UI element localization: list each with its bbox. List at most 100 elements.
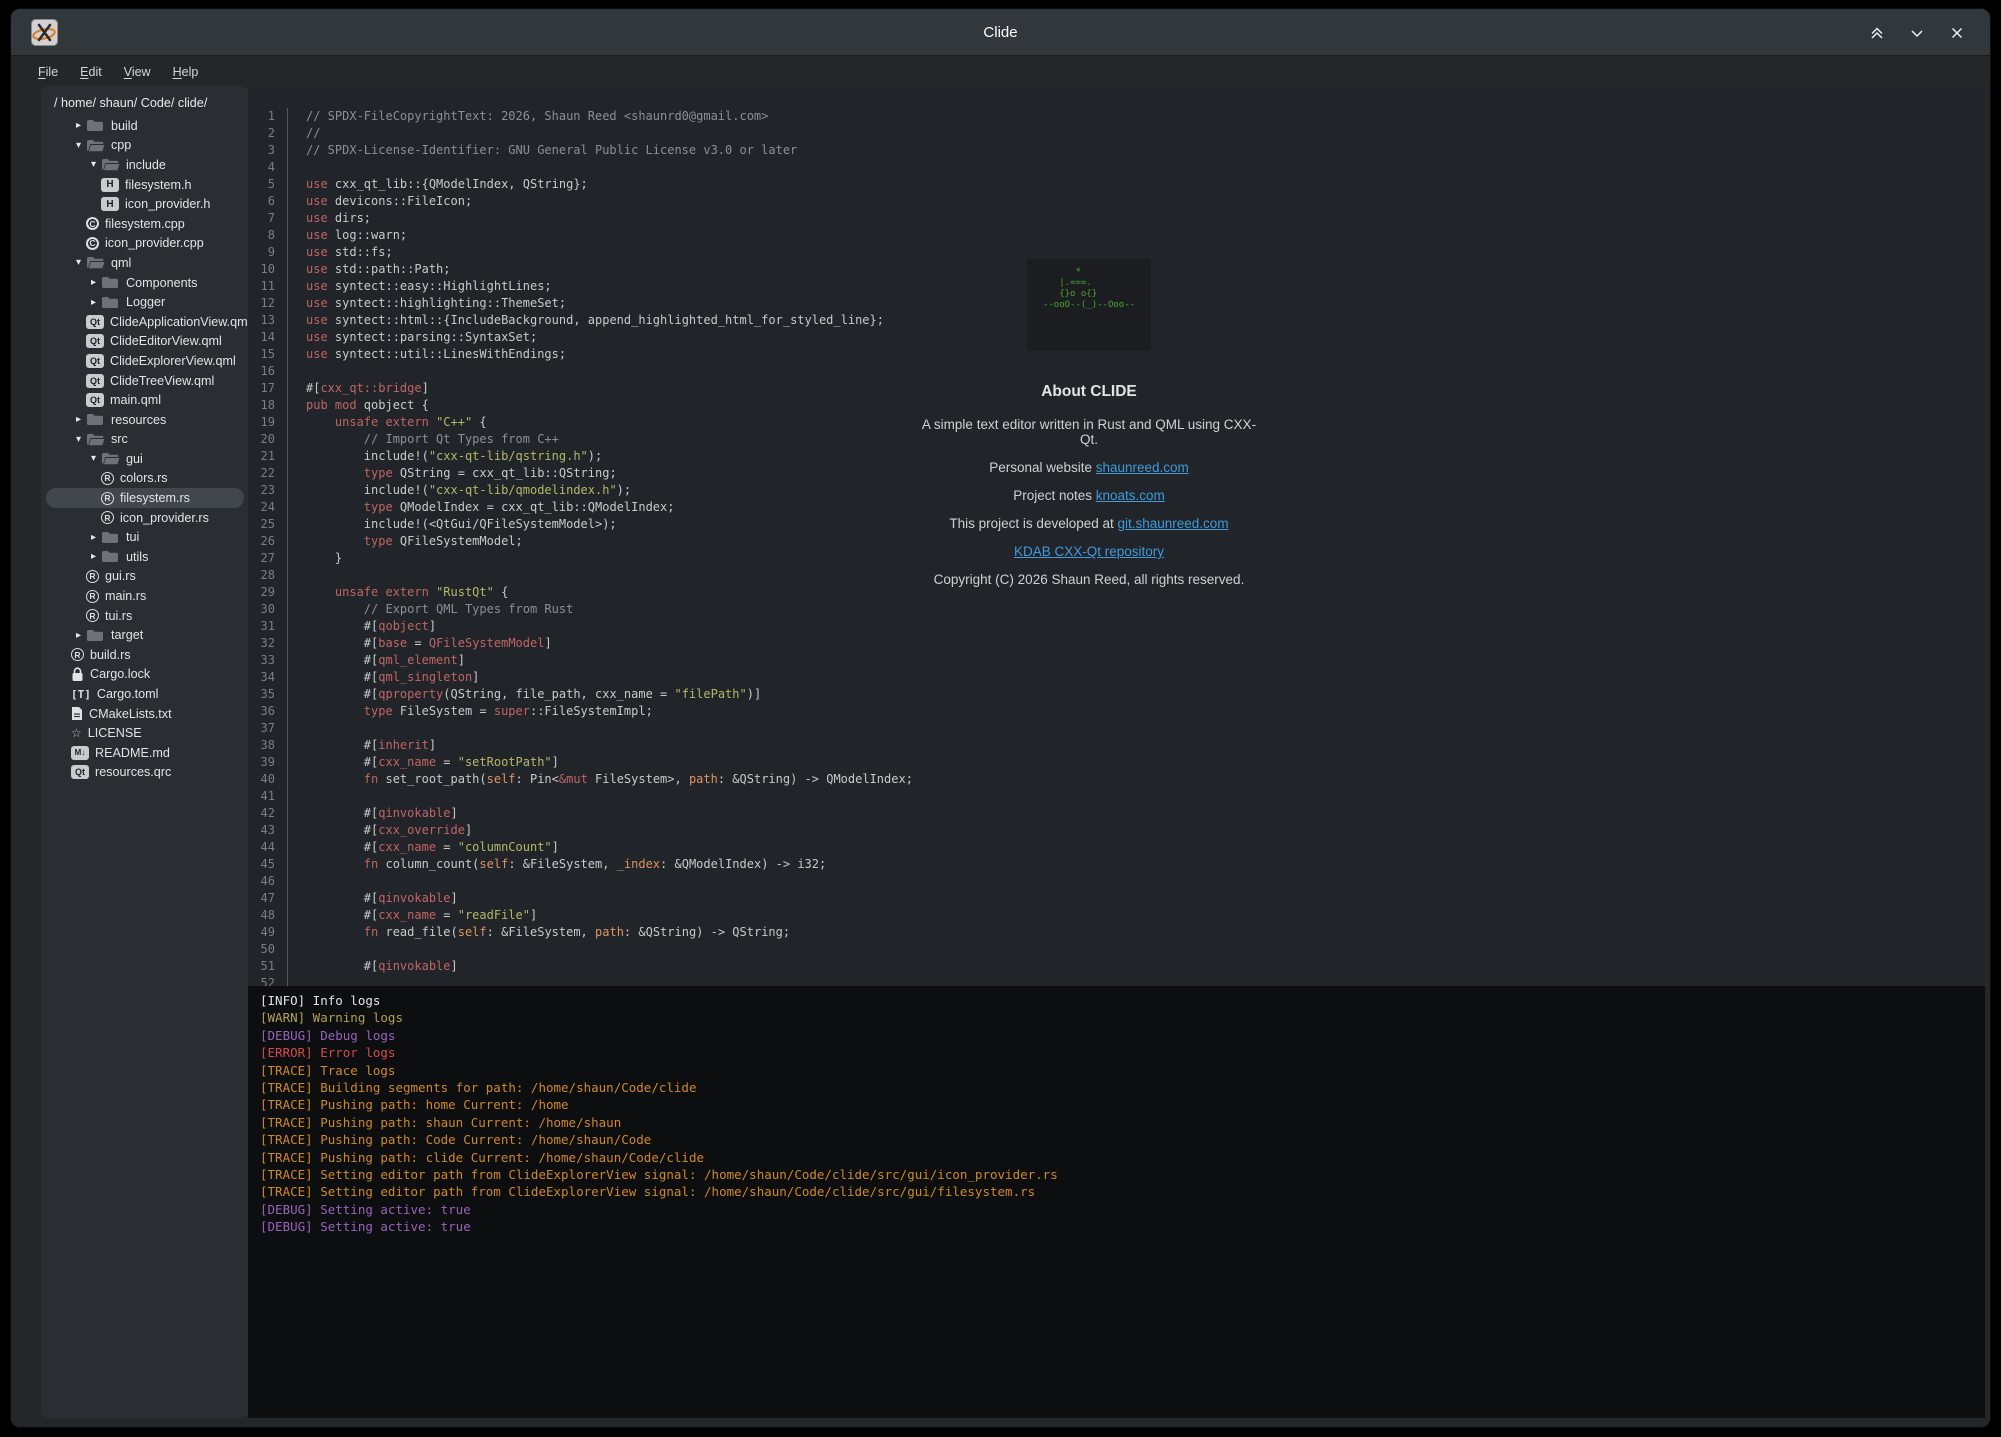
log-line: [TRACE] Pushing path: clide Current: /ho… [260, 1149, 1973, 1166]
line-number: 14 [248, 329, 288, 346]
line-number: 4 [248, 159, 288, 176]
tree-file-ClideTreeView.qml[interactable]: QtClideTreeView.qml [46, 371, 244, 391]
log-line: [TRACE] Setting editor path from ClideEx… [260, 1183, 1973, 1200]
tree-item-label: cpp [111, 138, 131, 152]
tree-root-path: / home/ shaun/ Code/ clide/ [41, 92, 248, 116]
tree-file-filesystem.rs[interactable]: Rfilesystem.rs [46, 488, 244, 508]
code-text: type QFileSystemModel; [288, 533, 523, 550]
chevron-right-icon[interactable]: ▸ [71, 120, 86, 131]
tree-item-label: LICENSE [88, 726, 142, 740]
chevron-right-icon[interactable]: ▸ [86, 532, 101, 543]
chevron-right-icon[interactable]: ▸ [86, 297, 101, 308]
tree-folder-utils[interactable]: ▸utils [46, 547, 244, 567]
tree-folder-resources[interactable]: ▸resources [46, 410, 244, 430]
chevron-down-icon[interactable]: ▾ [71, 140, 86, 151]
about-heading: About CLIDE [914, 383, 1264, 401]
tree-file-Cargo.toml[interactable]: [T]Cargo.toml [46, 684, 244, 704]
chevron-right-icon[interactable]: ▸ [86, 551, 101, 562]
code-line: 52 [248, 975, 1985, 986]
line-number: 8 [248, 227, 288, 244]
code-line: 34 #[qml_singleton] [248, 669, 1985, 686]
h-header-file-icon: H [101, 197, 119, 211]
tree-folder-qml[interactable]: ▾qml [46, 253, 244, 273]
tree-file-ClideExplorerView.qml[interactable]: QtClideExplorerView.qml [46, 351, 244, 371]
tree-file-gui.rs[interactable]: Rgui.rs [46, 567, 244, 587]
code-line: 39 #[cxx_name = "setRootPath"] [248, 754, 1985, 771]
chevron-down-icon[interactable]: ▾ [71, 257, 86, 268]
restore-button[interactable] [1868, 24, 1886, 42]
code-text [288, 567, 306, 584]
log-panel[interactable]: [INFO] Info logs[WARN] Warning logs[DEBU… [248, 986, 1985, 1418]
tree-file-build.rs[interactable]: Rbuild.rs [46, 645, 244, 665]
tree-file-filesystem.h[interactable]: Hfilesystem.h [46, 175, 244, 195]
tree-folder-target[interactable]: ▸target [46, 625, 244, 645]
tree-folder-src[interactable]: ▾src [46, 430, 244, 450]
folder-icon [101, 157, 120, 172]
code-text: #[base = QFileSystemModel] [288, 635, 552, 652]
tree-file-tui.rs[interactable]: Rtui.rs [46, 606, 244, 626]
line-number: 1 [248, 108, 288, 125]
code-text: include!("cxx-qt-lib/qmodelindex.h"); [288, 482, 631, 499]
menu-file[interactable]: File [29, 62, 67, 82]
code-line: 32 #[base = QFileSystemModel] [248, 635, 1985, 652]
menu-edit[interactable]: Edit [71, 62, 111, 82]
cpp-file-icon: C [86, 217, 99, 230]
tree-file-filesystem.cpp[interactable]: Cfilesystem.cpp [46, 214, 244, 234]
tree-file-ClideApplicationView.qml[interactable]: QtClideApplicationView.qml [46, 312, 244, 332]
tree-file-Cargo.lock[interactable]: Cargo.lock [46, 665, 244, 685]
code-text: use devicons::FileIcon; [288, 193, 472, 210]
chevron-down-icon[interactable]: ▾ [86, 453, 101, 464]
tree-folder-tui[interactable]: ▸tui [46, 527, 244, 547]
tree-file-ClideEditorView.qml[interactable]: QtClideEditorView.qml [46, 332, 244, 352]
tree-folder-build[interactable]: ▸ build [46, 116, 244, 136]
about-link[interactable]: KDAB CXX-Qt repository [1014, 544, 1164, 559]
chevron-right-icon[interactable]: ▸ [71, 630, 86, 641]
line-number: 3 [248, 142, 288, 159]
chevron-down-icon[interactable]: ▾ [71, 434, 86, 445]
tree-file-README.md[interactable]: M↓README.md [46, 743, 244, 763]
log-line: [INFO] Info logs [260, 992, 1973, 1009]
menu-help[interactable]: Help [164, 62, 208, 82]
tree-folder-Components[interactable]: ▸Components [46, 273, 244, 293]
code-text: type QModelIndex = cxx_qt_lib::QModelInd… [288, 499, 674, 516]
about-link[interactable]: git.shaunreed.com [1118, 516, 1229, 531]
tree-file-CMakeLists.txt[interactable]: CMakeLists.txt [46, 704, 244, 724]
about-link[interactable]: knoats.com [1096, 488, 1165, 503]
tree-file-main.qml[interactable]: Qtmain.qml [46, 390, 244, 410]
chevron-right-icon[interactable]: ▸ [71, 414, 86, 425]
line-number: 18 [248, 397, 288, 414]
minimize-button[interactable] [1908, 24, 1926, 42]
tree-folder-gui[interactable]: ▾gui [46, 449, 244, 469]
tree-item-label: colors.rs [120, 471, 168, 485]
log-line: [DEBUG] Debug logs [260, 1027, 1973, 1044]
tree-file-icon_provider.h[interactable]: Hicon_provider.h [46, 194, 244, 214]
tree-folder-Logger[interactable]: ▸Logger [46, 292, 244, 312]
tree-folder-cpp[interactable]: ▾ cpp [46, 136, 244, 156]
window-controls [1868, 9, 1966, 56]
code-line: 51 #[qinvokable] [248, 958, 1985, 975]
line-number: 11 [248, 278, 288, 295]
title-bar[interactable]: Clide [11, 9, 1990, 56]
tree-item-label: ClideExplorerView.qml [110, 354, 236, 368]
tree-file-colors.rs[interactable]: Rcolors.rs [46, 469, 244, 489]
ascii-art-text: * |.===. {}o o{} --ooO--(_)--Ooo-- [1043, 267, 1135, 311]
tree-file-icon_provider.cpp[interactable]: Cicon_provider.cpp [46, 234, 244, 254]
tree-file-resources.qrc[interactable]: Qtresources.qrc [46, 763, 244, 783]
line-number: 40 [248, 771, 288, 788]
tree-file-LICENSE[interactable]: ☆LICENSE [46, 723, 244, 743]
chevron-right-icon[interactable]: ▸ [86, 277, 101, 288]
about-link[interactable]: shaunreed.com [1096, 460, 1189, 475]
menu-bar: FileEditViewHelp [11, 57, 1990, 87]
line-number: 9 [248, 244, 288, 261]
tree-folder-include[interactable]: ▾include [46, 155, 244, 175]
code-line: 8use log::warn; [248, 227, 1985, 244]
close-button[interactable] [1948, 24, 1966, 42]
tree-file-icon_provider.rs[interactable]: Ricon_provider.rs [46, 508, 244, 528]
tree-file-main.rs[interactable]: Rmain.rs [46, 586, 244, 606]
rust-file-icon: R [86, 570, 99, 583]
file-tree-panel[interactable]: / home/ shaun/ Code/ clide/ ▸ build ▾ cpp ▾i… [41, 86, 248, 1418]
menu-view[interactable]: View [115, 62, 160, 82]
tree-item-label: build [111, 119, 138, 133]
app-window: Clide FileEditViewHelp / home/ shaun/ Co… [10, 8, 1991, 1428]
chevron-down-icon[interactable]: ▾ [86, 159, 101, 170]
